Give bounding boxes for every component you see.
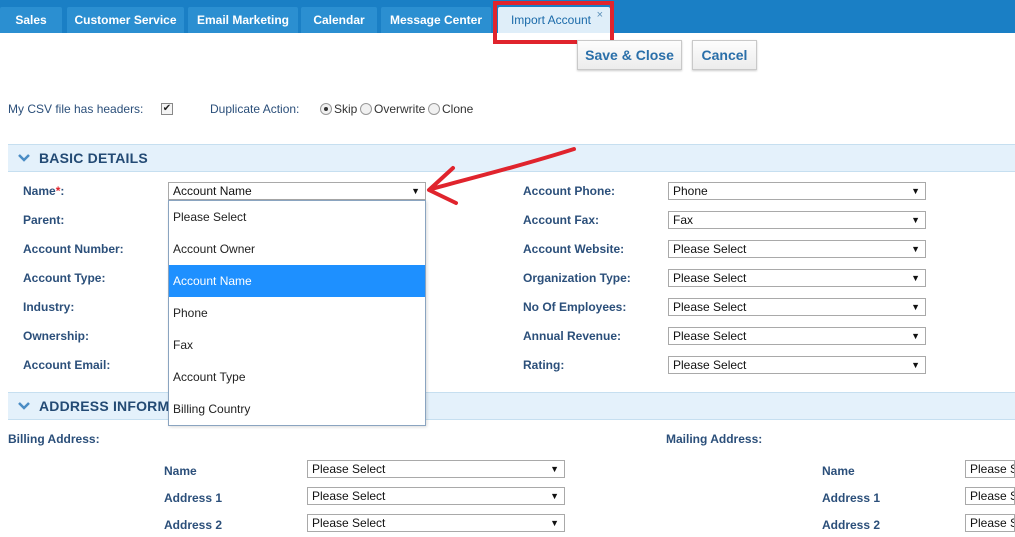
account-phone-field-label: Account Phone: [523,184,615,198]
section-title: ADDRESS INFORMA [39,398,180,414]
radio-clone-label: Clone [442,102,474,116]
checkmark-icon: ✔ [162,103,172,114]
mailing-address1-select[interactable]: Please S [965,487,1015,505]
triangle-down-icon: ▼ [550,491,559,501]
triangle-down-icon: ▼ [911,273,920,283]
radio-overwrite[interactable] [360,103,372,115]
mailing-name-label: Name [822,464,855,478]
tab-label: Customer Service [74,13,177,27]
billing-address1-select[interactable]: Please Select ▼ [307,487,565,505]
address-information-section-header[interactable]: ADDRESS INFORMA [8,392,1015,420]
radio-skip-label: Skip [334,102,358,116]
parent-field-label: Parent: [23,213,65,227]
dropdown-option[interactable]: Please Select [169,201,425,233]
mailing-address-label: Mailing Address: [666,432,763,446]
select-value: Please Select [673,242,747,256]
name-field-label: Name*: [23,184,64,198]
mailing-address2-label: Address 2 [822,518,881,532]
account-fax-select[interactable]: Fax ▼ [668,211,926,229]
annual-revenue-field-label: Annual Revenue: [523,329,622,343]
select-value: Please Select [673,329,747,343]
triangle-down-icon: ▼ [550,518,559,528]
mailing-address1-label: Address 1 [822,491,881,505]
dropdown-option-selected[interactable]: Account Name [169,265,425,297]
dropdown-option[interactable]: Account Owner [169,233,425,265]
triangle-down-icon: ▼ [911,215,920,225]
select-value: Please Select [673,358,747,372]
select-value: Please Select [312,489,386,503]
radio-clone[interactable] [428,103,440,115]
name-select[interactable]: Account Name ▼ [168,182,426,200]
radio-skip[interactable] [320,103,332,115]
dropdown-option[interactable]: Account Type [169,361,425,393]
triangle-down-icon: ▼ [911,186,920,196]
tab-label: Sales [15,13,47,27]
chevron-down-icon [18,154,30,162]
organization-type-select[interactable]: Please Select ▼ [668,269,926,287]
billing-address1-label: Address 1 [164,491,223,505]
triangle-down-icon: ▼ [911,302,920,312]
account-type-field-label: Account Type: [23,271,106,285]
account-website-field-label: Account Website: [523,242,625,256]
dropdown-option[interactable]: Phone [169,297,425,329]
chevron-down-icon [18,402,30,410]
triangle-down-icon: ▼ [550,464,559,474]
industry-field-label: Industry: [23,300,75,314]
tab-label: Message Center [389,13,483,27]
select-value: Account Name [173,184,252,198]
triangle-down-icon: ▼ [911,244,920,254]
billing-address-label: Billing Address: [8,432,100,446]
tab-sales[interactable]: Sales [0,7,62,33]
account-phone-select[interactable]: Phone ▼ [668,182,926,200]
csv-headers-checkbox[interactable]: ✔ [161,103,173,115]
organization-type-field-label: Organization Type: [523,271,631,285]
tab-label: Calendar [313,13,365,27]
radio-overwrite-label: Overwrite [374,102,426,116]
tab-label: Email Marketing [196,13,290,27]
label-colon: : [60,184,65,198]
dropdown-option[interactable]: Billing Country [169,393,425,425]
annotation-highlight-box [493,1,614,44]
select-value: Please Select [312,462,386,476]
select-value: Please Select [673,300,747,314]
select-value: Please Select [673,271,747,285]
cancel-button[interactable]: Cancel [692,40,757,70]
no-of-employees-field-label: No Of Employees: [523,300,627,314]
account-number-field-label: Account Number: [23,242,124,256]
name-dropdown-list: Please Select Account Owner Account Name… [168,200,426,426]
account-website-select[interactable]: Please Select ▼ [668,240,926,258]
tab-customer-service[interactable]: Customer Service [67,7,184,33]
rating-field-label: Rating: [523,358,565,372]
billing-address2-select[interactable]: Please Select ▼ [307,514,565,532]
billing-name-select[interactable]: Please Select ▼ [307,460,565,478]
annual-revenue-select[interactable]: Please Select ▼ [668,327,926,345]
billing-name-label: Name [164,464,197,478]
dropdown-option[interactable]: Fax [169,329,425,361]
rating-select[interactable]: Please Select ▼ [668,356,926,374]
mailing-address2-select[interactable]: Please S [965,514,1015,532]
duplicate-action-label: Duplicate Action: [210,102,300,116]
ownership-field-label: Ownership: [23,329,90,343]
tab-calendar[interactable]: Calendar [301,7,377,33]
csv-headers-label: My CSV file has headers: [8,102,144,116]
account-email-field-label: Account Email: [23,358,111,372]
triangle-down-icon: ▼ [911,360,920,370]
account-fax-field-label: Account Fax: [523,213,600,227]
triangle-down-icon: ▼ [411,186,420,196]
tab-message-center[interactable]: Message Center [381,7,491,33]
basic-details-section-header[interactable]: BASIC DETAILS [8,144,1015,172]
select-value: Phone [673,184,708,198]
tab-email-marketing[interactable]: Email Marketing [188,7,298,33]
mailing-name-select[interactable]: Please S [965,460,1015,478]
section-title: BASIC DETAILS [39,150,148,166]
no-of-employees-select[interactable]: Please Select ▼ [668,298,926,316]
save-close-button[interactable]: Save & Close [577,40,682,70]
label-text: Name [23,184,56,198]
select-value: Please Select [312,516,386,530]
select-value: Fax [673,213,694,227]
triangle-down-icon: ▼ [911,331,920,341]
billing-address2-label: Address 2 [164,518,223,532]
